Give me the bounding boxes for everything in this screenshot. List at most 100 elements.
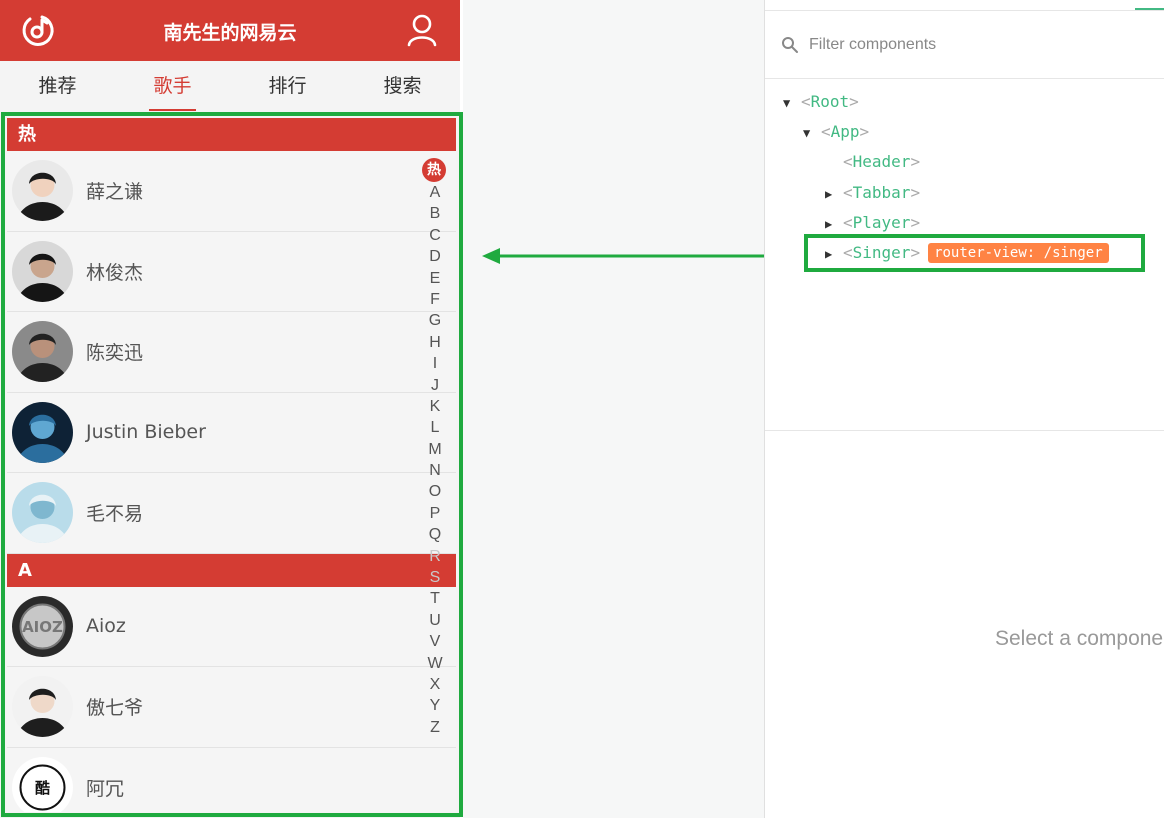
index-letter-v[interactable]: V [420,631,450,652]
singer-name: 陈奕迅 [86,342,144,365]
tab-3[interactable]: 搜索 [345,61,460,111]
component-inspector: Select a component [765,431,1164,818]
index-letter-h[interactable]: H [420,332,450,353]
index-letter-d[interactable]: D [420,246,450,267]
index-letter-t[interactable]: T [420,588,450,609]
singer-avatar [12,482,73,544]
component-name: Tabbar [852,183,911,202]
caret-right-icon[interactable]: ▶ [825,181,843,207]
tag-close-bracket: > [849,92,859,111]
index-letter-y[interactable]: Y [420,695,450,716]
tab-1[interactable]: 歌手 [115,61,230,111]
index-letter-u[interactable]: U [420,610,450,631]
singer-avatar [12,240,73,302]
tag-close-bracket: > [910,152,921,171]
tab-0[interactable]: 推荐 [0,61,115,111]
tree-node-header[interactable]: <Header> [825,149,920,175]
index-letter-q[interactable]: Q [420,524,450,545]
filter-components-input[interactable] [809,32,1149,58]
tree-node-root[interactable]: ▼ <Root> [783,89,859,115]
search-icon [782,37,798,53]
singer-avatar [12,401,73,463]
index-letter-l[interactable]: L [420,417,450,438]
tag-close-bracket: > [859,122,870,141]
index-letter-x[interactable]: X [420,674,450,695]
singer-row[interactable]: 陈奕迅 [7,312,456,393]
tag-open-bracket: < [821,122,831,141]
index-letter-o[interactable]: O [420,481,450,502]
component-name: Root [810,92,850,111]
tag-open-bracket: < [843,152,853,171]
singer-avatar [12,321,73,383]
tag-open-bracket: < [843,243,853,262]
singer-list[interactable]: 热薛之谦 林俊杰 陈奕迅 Justin Bieber 毛不易 A AIOZ Aioz 傲七爷酷阿… [7,118,456,812]
singer-avatar [12,160,73,222]
singer-row[interactable]: 林俊杰 [7,231,456,312]
tree-node-player[interactable]: ▶ <Player> [825,210,920,236]
tree-node-app[interactable]: ▼ <App> [803,119,869,145]
index-letter-m[interactable]: M [420,439,450,460]
index-letter-c[interactable]: C [420,225,450,246]
index-letter-w[interactable]: W [420,653,450,674]
component-name: Header [852,152,911,171]
singer-name: 阿冗 [86,777,125,800]
component-name: App [830,122,860,141]
index-letter-k[interactable]: K [420,396,450,417]
component-name: Player [852,213,911,232]
group-title: 热 [7,118,456,151]
tag-open-bracket: < [843,213,853,232]
singer-row[interactable]: 薛之谦 [7,151,456,232]
singer-name: Aioz [86,615,126,638]
tag-close-bracket: > [910,183,921,202]
netease-music-logo-icon[interactable] [20,12,56,48]
toolbar-divider [765,10,1164,11]
singer-avatar: AIOZ [12,595,73,657]
index-letter-p[interactable]: P [420,503,450,524]
caret-down-icon[interactable]: ▼ [803,120,821,146]
singer-avatar [12,676,73,738]
index-letter-r[interactable]: R [420,546,450,567]
svg-text:AIOZ: AIOZ [22,618,63,636]
caret-right-icon[interactable]: ▶ [825,211,843,237]
music-app: 南先生的网易云 推荐 歌手 排行 搜索 热薛之谦林俊杰陈奕迅 Justin Bieber… [0,0,460,818]
filter-divider [765,78,1164,79]
vue-devtools-panel: ▼<Root>▼<App><Header>▶<Tabbar>▶<Player>▶… [764,0,1164,818]
tree-node-singer[interactable]: ▶ <Singer> router-view: /singer [825,240,1109,266]
user-icon[interactable] [404,12,440,48]
caret-down-icon[interactable]: ▼ [783,90,801,116]
alphabet-index-bar[interactable]: 热 ABCDEFGHIJKLMNOPQRSTUVWXYZ [420,158,450,738]
singer-name: 毛不易 [86,503,144,526]
singer-row[interactable]: 毛不易 [7,473,456,554]
caret-right-icon[interactable]: ▶ [825,241,843,267]
tag-open-bracket: < [801,92,811,111]
router-view-badge: router-view: /singer [928,243,1109,263]
index-hot-badge[interactable]: 热 [422,158,446,182]
singer-name: 林俊杰 [86,261,144,284]
index-letter-b[interactable]: B [420,203,450,224]
singer-avatar: 酷 [12,756,73,812]
singer-row[interactable]: AIOZ Aioz [7,586,456,667]
index-letter-j[interactable]: J [420,375,450,396]
component-name: Singer [852,243,911,262]
singer-name: Justin Bieber [86,421,206,444]
singer-row[interactable]: 傲七爷 [7,667,456,748]
group-title: A [7,553,456,587]
index-letter-g[interactable]: G [420,310,450,331]
tag-open-bracket: < [843,183,853,202]
index-letter-f[interactable]: F [420,289,450,310]
arrow-left-icon [482,248,792,264]
index-letter-n[interactable]: N [420,460,450,481]
index-letter-a[interactable]: A [420,182,450,203]
tab-bar: 推荐 歌手 排行 搜索 [0,61,460,111]
singer-row[interactable]: 酷 阿冗 [7,747,456,812]
tab-2[interactable]: 排行 [230,61,345,111]
app-header: 南先生的网易云 [0,0,460,61]
app-title: 南先生的网易云 [163,22,297,44]
tag-close-bracket: > [910,243,921,262]
singer-row[interactable]: Justin Bieber [7,392,456,473]
index-letter-i[interactable]: I [420,353,450,374]
index-letter-s[interactable]: S [420,567,450,588]
tree-node-tabbar[interactable]: ▶ <Tabbar> [825,180,920,206]
index-letter-e[interactable]: E [420,268,450,289]
index-letter-z[interactable]: Z [420,717,450,738]
